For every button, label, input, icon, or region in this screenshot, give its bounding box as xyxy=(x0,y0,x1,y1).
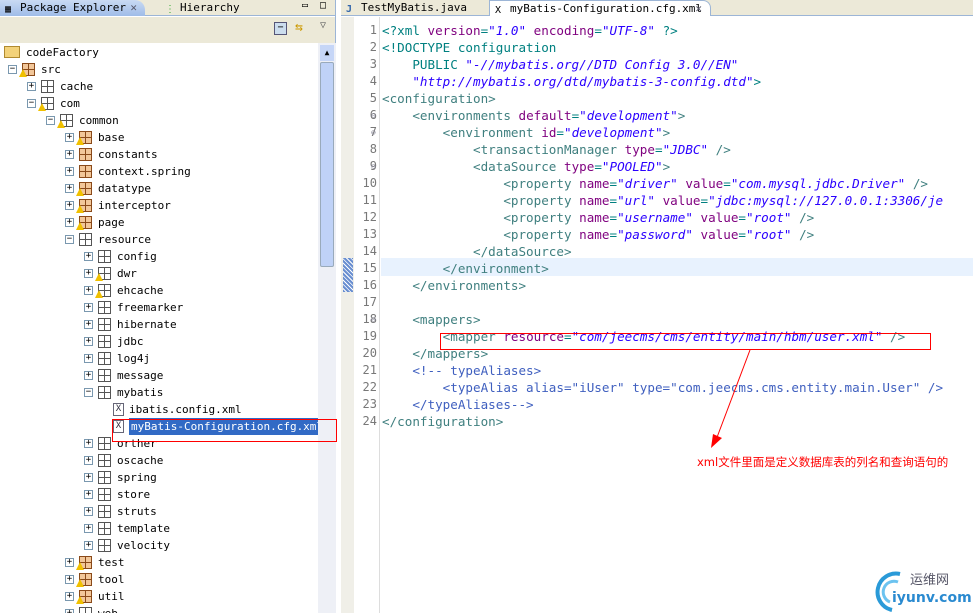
watermark-en: iyunv.com xyxy=(892,590,972,606)
watermark-cn: 运维网 xyxy=(910,573,950,588)
annotation-arrow xyxy=(711,349,751,448)
annotation-text: xml文件里面是定义数据库表的列名和查询语句的 xyxy=(697,455,949,469)
watermark-logo: 运维网 iyunv.com xyxy=(870,566,973,613)
